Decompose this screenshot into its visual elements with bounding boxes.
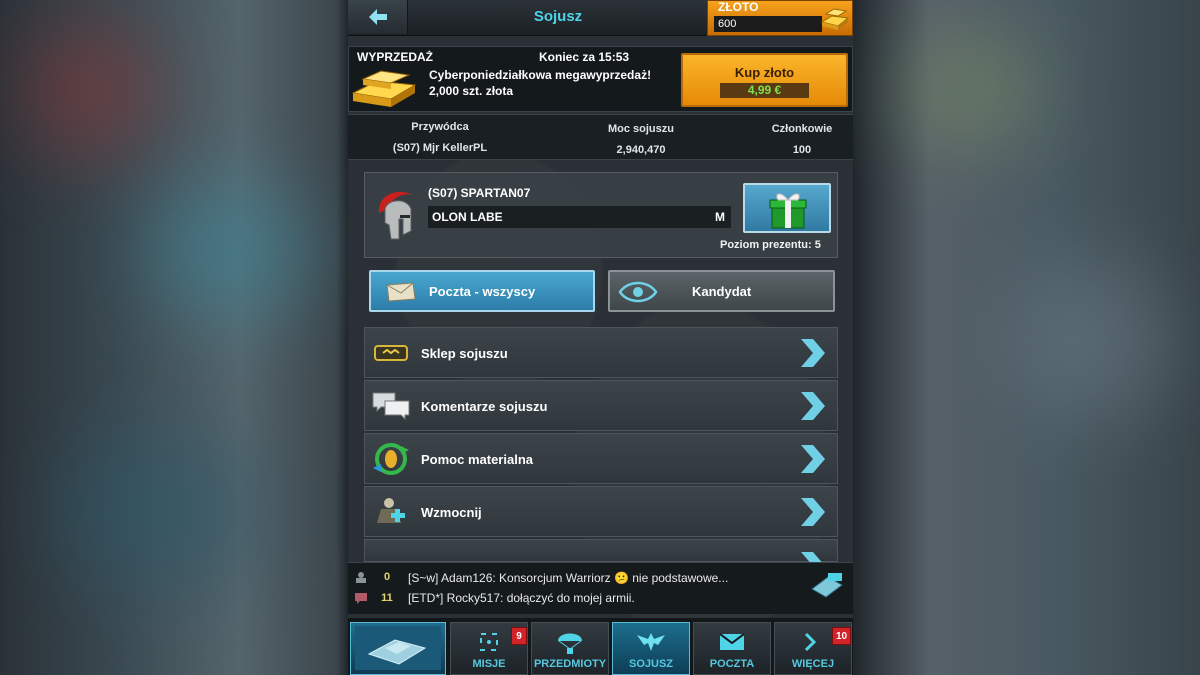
gold-value: 600 — [714, 16, 822, 32]
nav-label-mail: POCZTA — [709, 658, 755, 670]
sale-banner: WYPRZEDAŻ Koniec za 15:53 Cyberponiedzia… — [348, 46, 853, 112]
resource-help-icon — [373, 443, 409, 475]
chevron-right-icon — [801, 498, 825, 526]
menu-item-comments[interactable]: Komentarze sojuszu — [364, 380, 838, 431]
chat-message: [S~w] Adam126: Konsorcjum Warriorz 😕 nie… — [408, 571, 729, 585]
alliance-name: (S07) SPARTAN07 — [428, 186, 531, 200]
stat-value-leader: (S07) Mjr KellerPL — [392, 142, 488, 154]
bg-blob — [1010, 260, 1170, 420]
missions-badge: 9 — [511, 627, 527, 645]
gold-bars-icon — [820, 8, 850, 30]
stat-value-members: 100 — [792, 144, 812, 156]
gold-label: ZŁOTO — [718, 0, 759, 14]
nav-label-missions: MISJE — [472, 658, 506, 670]
buy-gold-price: 4,99 € — [720, 83, 809, 98]
mail-all-label: Poczta - wszyscy — [429, 284, 536, 299]
chat-message: [ETD*] Rocky517: dołączyć do mojej armii… — [408, 591, 635, 605]
nav-label-alliance: SOJUSZ — [628, 658, 673, 670]
reinforce-soldier-icon — [377, 498, 405, 523]
nav-mail[interactable]: POCZTA — [693, 622, 771, 675]
parachute-icon — [558, 633, 582, 654]
shop-badge-icon — [374, 345, 408, 361]
chat-count: 0 — [383, 571, 391, 583]
menu-item-partial[interactable] — [364, 539, 838, 580]
bg-blob — [20, 20, 160, 160]
nav-label-items: PRZEDMIOTY — [533, 658, 607, 670]
gift-icon — [769, 193, 807, 229]
stat-value-power: 2,940,470 — [616, 144, 666, 156]
alliance-gift-button[interactable] — [743, 183, 831, 233]
mail-icon — [719, 633, 745, 650]
bg-blob — [150, 180, 310, 320]
chat-open-icon[interactable] — [810, 571, 844, 601]
chat-preview[interactable]: 0 [S~w] Adam126: Konsorcjum Warriorz 😕 n… — [348, 562, 853, 614]
more-badge: 10 — [832, 627, 851, 645]
menu-label-shop: Sklep sojuszu — [421, 346, 508, 361]
back-arrow-icon — [368, 9, 387, 25]
alliance-stats: Przywódca Moc sojuszu Członkowie (S07) M… — [348, 114, 853, 160]
nav-missions[interactable]: 9 MISJE — [450, 622, 528, 675]
mail-all-button[interactable]: Poczta - wszyscy — [369, 270, 595, 312]
chevron-right-icon — [801, 339, 825, 367]
alliance-motto-text: OLON LABE — [432, 210, 503, 224]
chevron-right-icon — [801, 445, 825, 473]
bottom-nav: 9 MISJE PRZEDMIOTY SOJUSZ POCZTA 10 WIĘC… — [348, 618, 853, 675]
nav-label-more: WIĘCEJ — [791, 658, 835, 670]
nav-items[interactable]: PRZEDMIOTY — [531, 622, 609, 675]
alliance-card: (S07) SPARTAN07 OLON LABE M Poziom preze… — [364, 172, 838, 258]
menu-label-resource-help: Pomoc materialna — [421, 452, 533, 467]
eagle-icon — [637, 633, 665, 651]
stat-header-power: Moc sojuszu — [607, 123, 674, 135]
stat-header-members: Członkowie — [771, 123, 833, 135]
eye-icon — [618, 281, 658, 303]
sale-label: WYPRZEDAŻ — [357, 50, 433, 64]
chat-count: 11 — [381, 592, 393, 604]
letter-icon — [386, 282, 416, 302]
buy-gold-button[interactable]: Kup złoto 4,99 € — [681, 53, 848, 107]
nav-base-map[interactable] — [350, 622, 446, 675]
menu-item-reinforce[interactable]: Wzmocnij — [364, 486, 838, 537]
nav-more[interactable]: 10 WIĘCEJ — [774, 622, 852, 675]
gold-bars-icon — [351, 70, 417, 107]
back-button[interactable] — [348, 0, 408, 34]
candidate-button[interactable]: Kandydat — [608, 270, 835, 312]
comments-icon — [372, 392, 410, 421]
gold-balance[interactable]: ZŁOTO 600 — [707, 0, 853, 36]
nav-alliance[interactable]: SOJUSZ — [612, 622, 690, 675]
menu-label-reinforce: Wzmocnij — [421, 505, 482, 520]
sale-description: Cyberponiedziałkowa megawyprzedaż! — [429, 68, 652, 82]
sale-amount: 2,000 szt. złota — [429, 84, 514, 98]
chevron-right-icon — [801, 392, 825, 420]
user-icon — [356, 572, 366, 583]
game-screen: Sojusz ZŁOTO 600 WYPRZEDAŻ Koniec za 15:… — [348, 0, 853, 675]
message-icon — [355, 593, 367, 604]
chevron-right-icon — [804, 632, 817, 652]
menu-item-shop[interactable]: Sklep sojuszu — [364, 327, 838, 378]
gift-level: Poziom prezentu: 5 — [720, 239, 821, 251]
menu-item-resource-help[interactable]: Pomoc materialna — [364, 433, 838, 484]
menu-label-comments: Komentarze sojuszu — [421, 399, 548, 414]
buy-gold-label: Kup złoto — [734, 65, 795, 80]
bg-blob — [60, 430, 260, 590]
page-title: Sojusz — [533, 8, 583, 25]
spartan-helmet-icon — [378, 191, 413, 240]
bg-blob — [900, 30, 1040, 150]
stat-header-leader: Przywódca — [411, 121, 469, 133]
crosshair-icon — [480, 633, 498, 651]
top-bar: Sojusz ZŁOTO 600 — [348, 0, 853, 36]
alliance-motto: OLON LABE M — [428, 206, 731, 228]
alliance-motto-tag: M — [715, 210, 725, 224]
sale-timer: Koniec za 15:53 — [539, 50, 630, 64]
candidate-label: Kandydat — [692, 284, 752, 299]
base-map-icon — [355, 626, 441, 670]
